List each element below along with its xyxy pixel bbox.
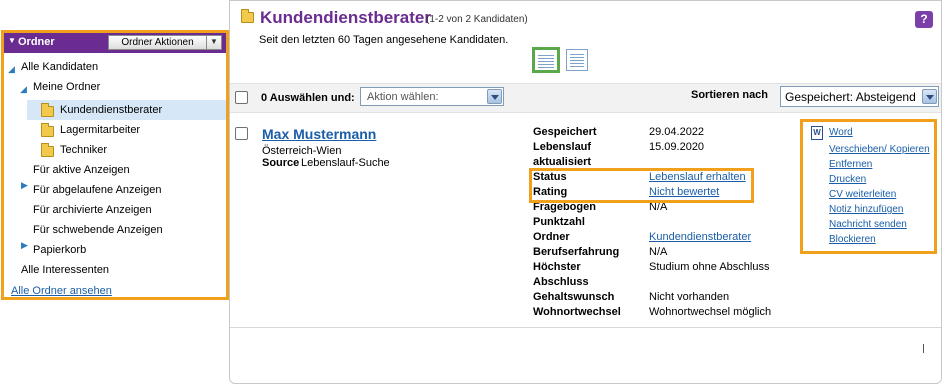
text-cursor-mark — [923, 344, 924, 353]
main-panel: Kundendienstberater (1-2 von 2 Kandidate… — [229, 0, 942, 384]
expand-down-icon[interactable]: ◢ — [20, 84, 27, 95]
page-subtitle: Seit den letzten 60 Tagen angesehene Kan… — [259, 34, 509, 46]
view-all-folders-link[interactable]: Alle Ordner ansehen — [11, 281, 112, 301]
sidebar-item-label: Techniker — [60, 144, 108, 156]
expand-right-icon[interactable]: ▶ — [21, 180, 28, 191]
action-remove-link[interactable]: Entfernen — [829, 159, 872, 170]
folder-icon — [41, 123, 54, 137]
sidebar-item-active-ads[interactable]: Für aktive Anzeigen — [33, 160, 130, 180]
detail-value: N/A — [649, 246, 668, 258]
sidebar-item-all-candidates[interactable]: Alle Kandidaten — [21, 57, 98, 77]
detail-key: Abschluss — [533, 276, 589, 288]
list-view-toggle[interactable] — [532, 47, 560, 73]
sidebar-item-label: Alle Interessenten — [21, 264, 110, 276]
action-print-link[interactable]: Drucken — [829, 174, 866, 185]
detail-key: Wohnortwechsel — [533, 306, 621, 318]
detail-key: Berufserfahrung — [533, 246, 620, 258]
expand-right-icon[interactable]: ▶ — [21, 240, 28, 251]
action-select[interactable]: Aktion wählen: — [360, 87, 504, 106]
detail-view-icon — [570, 54, 584, 55]
detail-key: Lebenslauf — [533, 141, 592, 153]
action-select-value: Aktion wählen: — [367, 91, 439, 103]
sidebar-item-label: Meine Ordner — [33, 81, 101, 93]
folder-link[interactable]: Kundendienstberater — [649, 231, 751, 243]
page-title: Kundendienstberater — [260, 8, 431, 27]
sidebar-item-lagermitarbeiter[interactable]: Lagermitarbeiter — [60, 120, 140, 140]
collapse-triangle-icon[interactable]: ▼ — [8, 36, 16, 45]
sidebar-item-pending-ads[interactable]: Für schwebende Anzeigen — [33, 220, 163, 240]
detail-value: 29.04.2022 — [649, 126, 705, 138]
folder-icon — [41, 143, 54, 157]
sidebar-item-kundendienstberater[interactable]: Kundendienstberater — [60, 100, 162, 120]
sort-select-value: Gespeichert: Absteigend — [785, 90, 916, 104]
folder-actions-button[interactable]: Ordner Aktionen ▼ — [108, 35, 222, 50]
sidebar-item-label: Für schwebende Anzeigen — [33, 224, 163, 236]
divider — [230, 327, 941, 328]
sidebar-item-label: Papierkorb — [33, 244, 87, 256]
list-view-icon — [538, 55, 554, 56]
detail-key: aktualisiert — [533, 156, 592, 168]
action-send-message-link[interactable]: Nachricht senden — [829, 219, 907, 230]
candidate-checkbox[interactable] — [235, 127, 248, 140]
sidebar-item-label: Für abgelaufene Anzeigen — [33, 184, 162, 196]
status-highlight-box — [529, 168, 754, 203]
detail-key: Ordner — [533, 231, 570, 243]
folder-icon — [41, 103, 54, 117]
action-block-link[interactable]: Blockieren — [829, 234, 876, 245]
help-button[interactable]: ? — [915, 11, 933, 28]
sort-label: Sortieren nach — [691, 89, 769, 101]
detail-value: 15.09.2020 — [649, 141, 705, 153]
candidate-source-label: Source — [262, 157, 300, 169]
folder-sidebar: ▼ Ordner Ordner Aktionen ▼ ◢ Alle Kandid… — [1, 30, 229, 300]
sidebar-item-expired-ads[interactable]: Für abgelaufene Anzeigen — [33, 180, 161, 200]
sidebar-header: ▼ Ordner Ordner Aktionen ▼ — [4, 33, 226, 53]
candidate-source-value: Lebenslauf-Suche — [301, 157, 390, 169]
sidebar-item-label: Für aktive Anzeigen — [33, 164, 130, 176]
candidate-location: Österreich-Wien — [262, 145, 342, 157]
sidebar-item-archived-ads[interactable]: Für archivierte Anzeigen — [33, 200, 152, 220]
chevron-down-icon[interactable]: ▼ — [210, 37, 218, 46]
divider — [206, 36, 207, 49]
sidebar-item-label: Alle Kandidaten — [21, 61, 99, 73]
sidebar-item-all-prospects[interactable]: Alle Interessenten — [21, 260, 109, 280]
action-add-note-link[interactable]: Notiz hinzufügen — [829, 204, 904, 215]
bulk-action-toolbar: 0 Auswählen und: Aktion wählen: Sortiere… — [230, 83, 941, 113]
sidebar-title: Ordner — [18, 36, 55, 48]
folder-actions-label: Ordner Aktionen — [121, 37, 194, 48]
chevron-down-icon[interactable] — [487, 89, 502, 104]
chevron-down-icon[interactable] — [922, 89, 937, 104]
word-document-icon[interactable]: W — [811, 126, 823, 140]
sidebar-item-label: Lagermitarbeiter — [60, 124, 141, 136]
sidebar-item-label: Kundendienstberater — [60, 104, 163, 116]
candidate-name-link[interactable]: Max Mustermann — [262, 126, 376, 142]
action-forward-cv-link[interactable]: CV weiterleiten — [829, 189, 896, 200]
detail-key: Gehaltswunsch — [533, 291, 615, 303]
candidate-actions: W Word Verschieben/ Kopieren Entfernen D… — [800, 119, 937, 254]
folder-icon — [241, 9, 254, 23]
selection-count-label: 0 Auswählen und: — [261, 92, 355, 104]
detail-view-toggle[interactable] — [566, 49, 588, 71]
sidebar-item-my-folders[interactable]: Meine Ordner — [33, 77, 100, 97]
sort-select[interactable]: Gespeichert: Absteigend — [780, 86, 939, 107]
action-move-copy-link[interactable]: Verschieben/ Kopieren — [829, 144, 930, 155]
sidebar-item-label: Für archivierte Anzeigen — [33, 204, 152, 216]
sidebar-item-techniker[interactable]: Techniker — [60, 140, 107, 160]
sidebar-item-trash[interactable]: Papierkorb — [33, 240, 86, 260]
expand-down-icon[interactable]: ◢ — [8, 64, 15, 75]
detail-value: Wohnortwechsel möglich — [649, 306, 772, 318]
detail-key: Gespeichert — [533, 126, 597, 138]
detail-value: Nicht vorhanden — [649, 291, 730, 303]
detail-key: Punktzahl — [533, 216, 585, 228]
candidate-count: (1-2 von 2 Kandidaten) — [426, 14, 528, 25]
action-word-link[interactable]: Word — [829, 127, 853, 138]
detail-value: Studium ohne Abschluss — [649, 261, 770, 273]
detail-key: Höchster — [533, 261, 581, 273]
select-all-checkbox[interactable] — [235, 91, 248, 104]
